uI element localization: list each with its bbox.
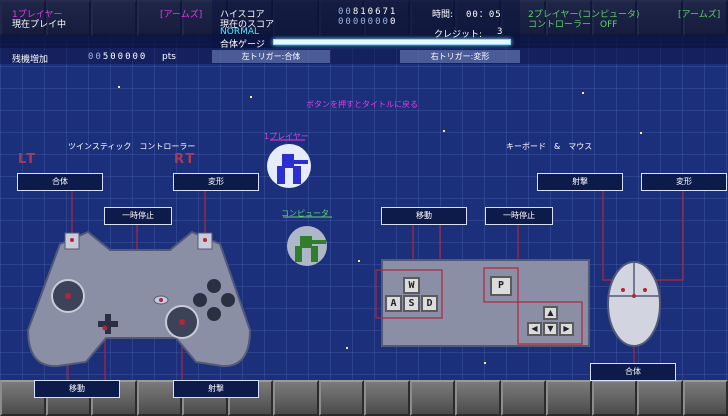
current-score-value: 00000000 — [338, 17, 397, 27]
lt-label: LT — [18, 152, 37, 167]
mouse-illustration — [607, 261, 661, 347]
star — [50, 358, 52, 360]
arrow-up-key: ▲ — [543, 306, 558, 320]
time-value: 00：05 — [466, 10, 502, 20]
arrow-down-key: ▼ — [543, 322, 558, 336]
player1-mech — [277, 154, 308, 184]
keyboard-pause-box: 一時停止 — [485, 207, 553, 225]
p2-status: コントローラー OFF — [528, 20, 618, 30]
extend-unit: pts — [162, 52, 176, 62]
current-score-prefix: 0000000 — [338, 17, 390, 27]
gamepad-move-box: 移動 — [34, 380, 120, 398]
right-trigger-hint: 右トリガー:変形 — [400, 50, 520, 63]
left-trigger-hint: 左トリガー:合体 — [212, 50, 330, 63]
arrow-left-key: ◀ — [527, 322, 542, 336]
computer-mech — [295, 236, 326, 262]
current-score-digits: 0 — [389, 17, 398, 27]
extend-value: 00500000 — [88, 52, 147, 62]
key-d: D — [421, 295, 438, 312]
return-to-title-hint[interactable]: ボタンを押すとタイトルに戻る — [306, 99, 418, 110]
mouse-henkei-box: 変形 — [641, 173, 727, 191]
key-a: A — [385, 295, 402, 312]
star — [582, 92, 584, 94]
rt-label: RT — [174, 152, 197, 167]
difficulty-label: NORMAL — [220, 27, 260, 37]
hiscore-value: 00810671 — [338, 7, 397, 17]
keyboard-move-box: 移動 — [381, 207, 467, 225]
hiscore-prefix: 00 — [338, 7, 353, 17]
extend-digits: 500000 — [102, 52, 148, 62]
gamepad-henkei-box: 変形 — [173, 173, 259, 191]
computer-avatar-bg — [287, 226, 327, 266]
credit-value: 3 — [497, 27, 505, 37]
key-p: P — [490, 276, 512, 296]
player1-avatar-bg — [267, 144, 311, 188]
mouse-shoot-box: 射撃 — [537, 173, 623, 191]
gamepad-shoot-box: 射撃 — [173, 380, 259, 398]
gamepad-illustration — [26, 230, 252, 368]
p2-weapon: [アームズ] — [678, 10, 721, 20]
gattai-gauge-label: 合体ゲージ — [220, 40, 265, 50]
p1-status: 現在プレイ中 — [12, 20, 67, 30]
star — [346, 347, 348, 349]
p1-weapon: [アームズ] — [160, 10, 203, 20]
arrow-right-key: ▶ — [559, 322, 574, 336]
gamepad-title: ツインスティック コントローラー — [68, 142, 196, 151]
gamepad-pause-box: 一時停止 — [104, 207, 172, 225]
gamepad-gattai-box: 合体 — [17, 173, 103, 191]
hiscore-digits: 810671 — [352, 7, 398, 17]
star — [118, 86, 120, 88]
key-w: W — [403, 277, 420, 294]
extend-prefix: 00 — [88, 52, 103, 62]
time-label: 時間: — [432, 10, 454, 20]
star — [640, 132, 642, 134]
star — [443, 130, 445, 132]
keyboard-title: キーボード & マウス — [506, 142, 593, 151]
star — [358, 260, 360, 262]
computer-tag: コンピュータ — [281, 209, 329, 218]
mouse-gattai-box: 合体 — [590, 363, 676, 381]
star — [250, 96, 252, 98]
key-s: S — [403, 295, 420, 312]
extend-label: 残機増加 — [12, 55, 49, 65]
credit-label: クレジット: — [434, 30, 483, 40]
star — [484, 362, 486, 364]
player1-tag: 1プレイヤー — [264, 132, 309, 141]
